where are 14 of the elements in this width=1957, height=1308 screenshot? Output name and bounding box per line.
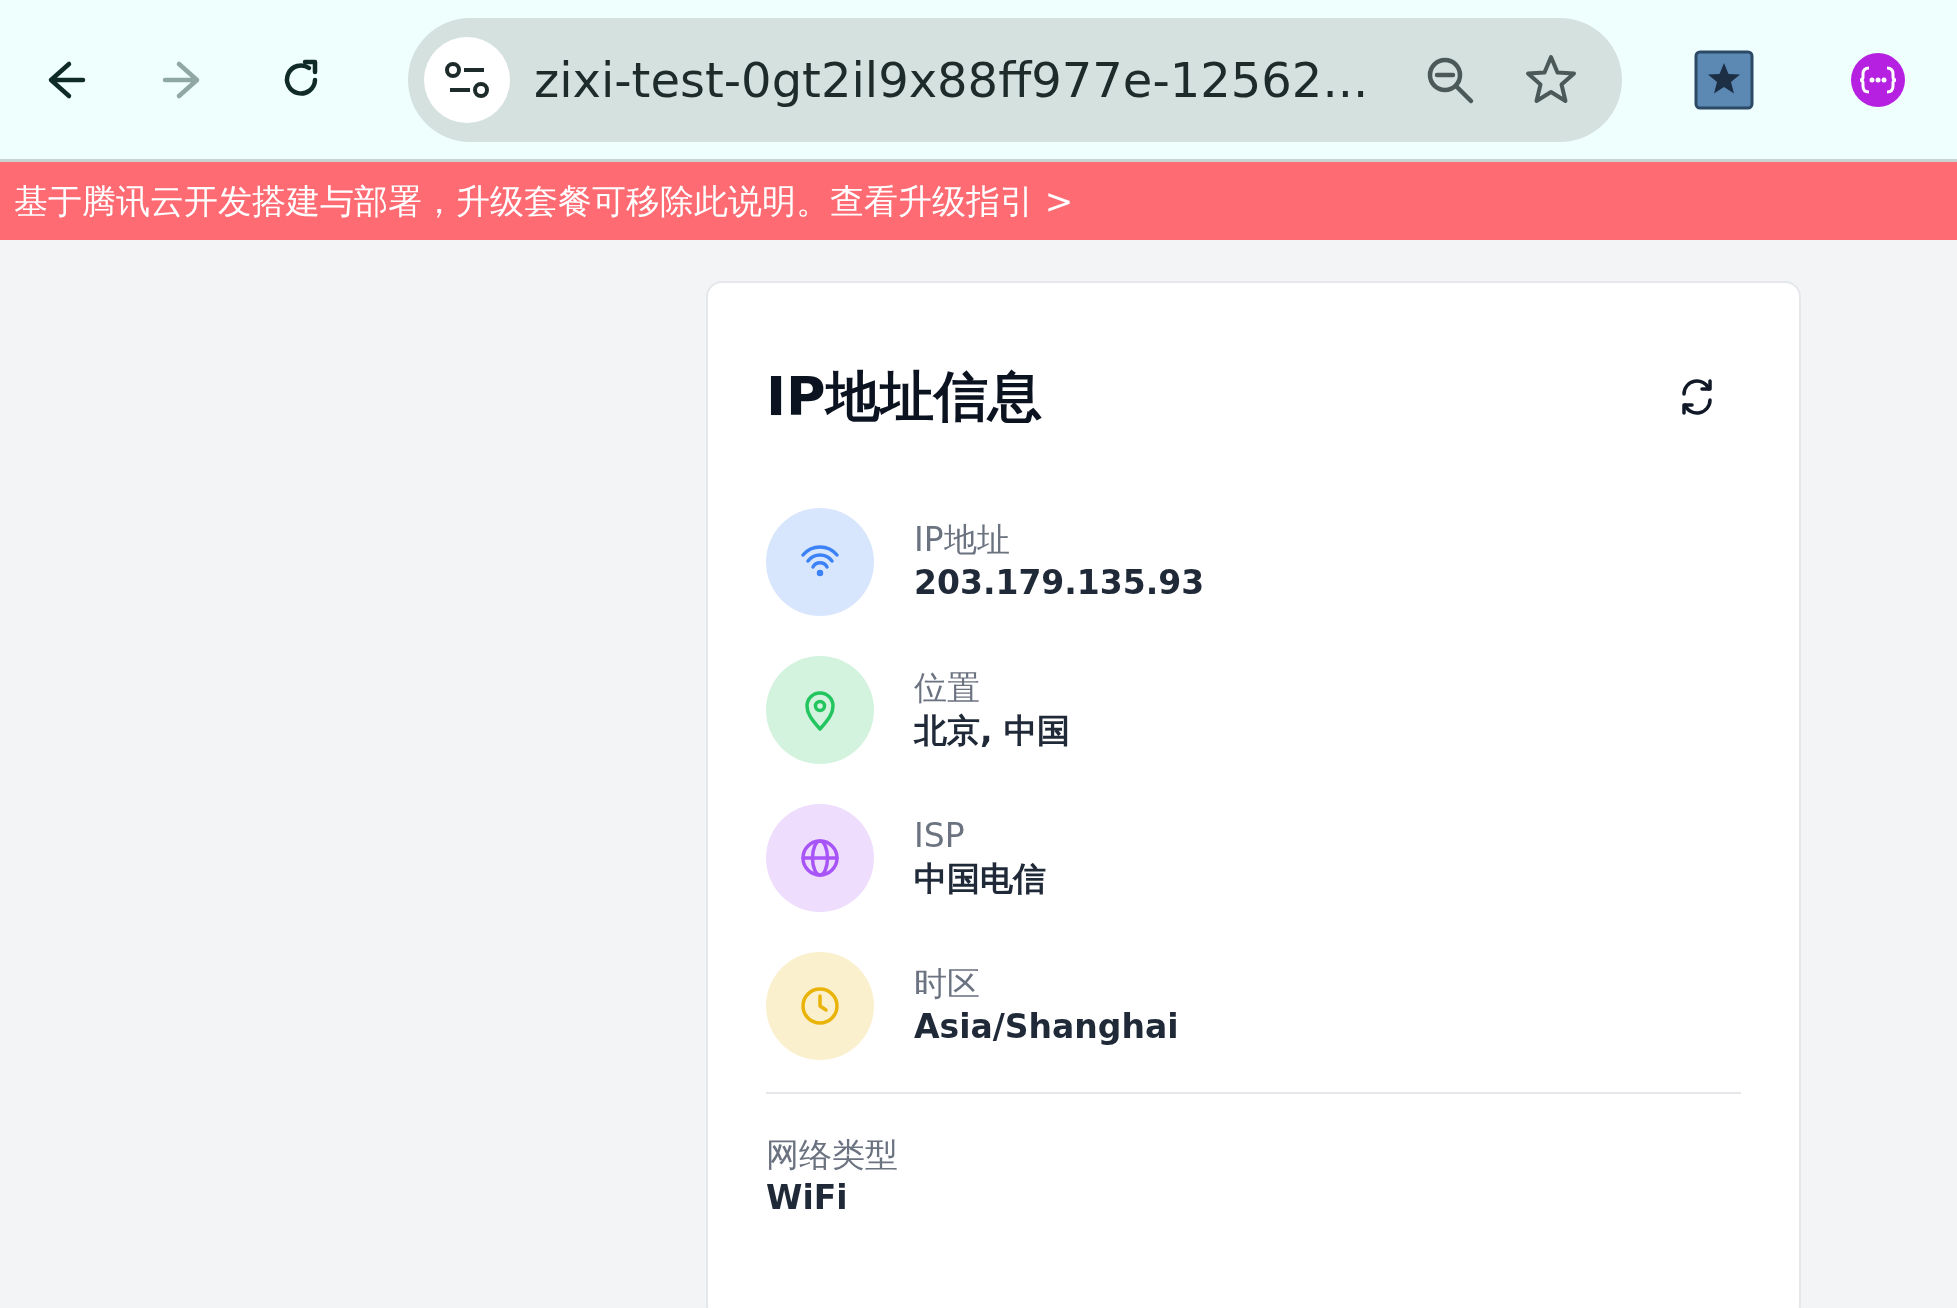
info-value: 中国电信 <box>914 857 1046 900</box>
card-title: IP地址信息 <box>766 365 1042 430</box>
extension-icon[interactable] <box>1694 49 1754 110</box>
address-bar[interactable]: zixi-test-0gt2il9x88ff977e-12562... <box>408 17 1622 142</box>
info-label: IP地址 <box>914 518 1011 561</box>
info-label: 位置 <box>914 666 981 709</box>
info-label: ISP <box>914 814 966 857</box>
url-text: zixi-test-0gt2il9x88ff977e-12562... <box>534 50 1370 110</box>
info-value: WiFi <box>766 1176 849 1219</box>
info-label: 时区 <box>914 962 981 1005</box>
info-value: 203.179.135.93 <box>914 561 1205 604</box>
info-value: Asia/Shanghai <box>914 1005 1179 1048</box>
info-label: 网络类型 <box>766 1133 899 1176</box>
info-value: 北京, 中国 <box>914 709 1071 752</box>
